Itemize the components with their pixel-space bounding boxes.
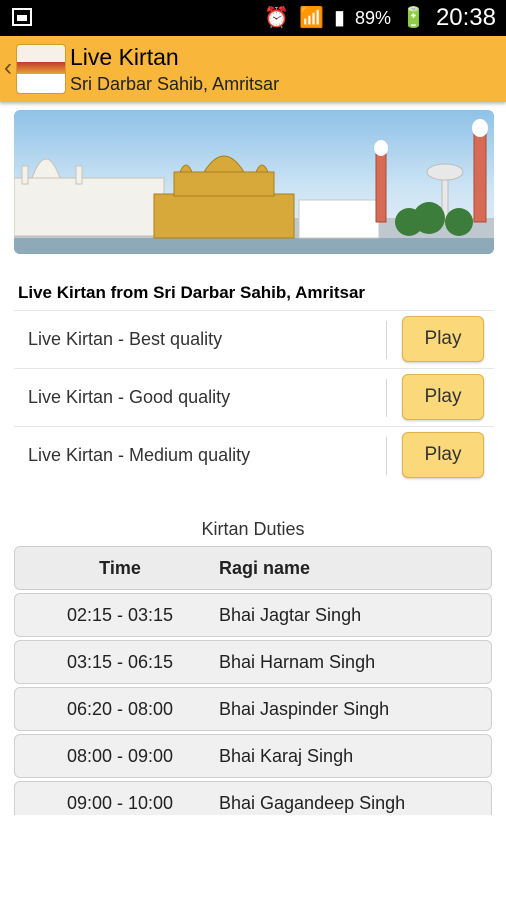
image-icon [12, 8, 32, 26]
clock: 20:38 [435, 4, 496, 31]
section-title: Live Kirtan from Sri Darbar Sahib, Amrit… [18, 283, 366, 302]
stream-label: Live Kirtan - Medium quality [28, 445, 251, 465]
back-chevron-icon[interactable]: ‹ [4, 54, 12, 82]
duties-table: Time Ragi name 02:15 - 03:15 Bhai Jagtar… [14, 546, 492, 828]
battery-icon: 🔋 [401, 7, 426, 29]
wifi-icon: 📶 [299, 7, 324, 29]
app-logo[interactable] [16, 44, 66, 94]
app-title: Live Kirtan [70, 44, 179, 70]
divider [386, 437, 387, 475]
alarm-icon: ⏰ [264, 7, 290, 29]
stream-row-good: Live Kirtan - Good quality Play [14, 368, 494, 426]
row-ragi-name: Bhai Karaj Singh [219, 746, 354, 766]
row-ragi-name: Bhai Jagtar Singh [219, 605, 362, 625]
divider [386, 379, 387, 417]
row-ragi-name: Bhai Gagandeep Singh [219, 793, 406, 813]
stream-label: Live Kirtan - Best quality [28, 329, 223, 349]
row-ragi-name: Bhai Jaspinder Singh [219, 699, 390, 719]
row-time: 02:15 - 03:15 [66, 605, 174, 625]
table-row[interactable]: 03:15 - 06:15 Bhai Harnam Singh [14, 640, 492, 684]
row-time: 09:00 - 10:00 [66, 793, 174, 813]
row-time: 08:00 - 09:00 [66, 746, 174, 766]
divider [386, 321, 387, 359]
table-header-row: Time Ragi name [14, 546, 492, 590]
status-bar: ⏰ 📶 ▮ 89% 🔋 20:38 [0, 0, 506, 36]
play-button-good[interactable]: Play [402, 374, 484, 420]
play-button-best[interactable]: Play [402, 316, 484, 362]
duties-title: Kirtan Duties [201, 519, 305, 539]
row-time: 03:15 - 06:15 [66, 652, 174, 672]
stream-label: Live Kirtan - Good quality [28, 387, 231, 407]
table-row[interactable]: 06:20 - 08:00 Bhai Jaspinder Singh [14, 687, 492, 731]
bottom-blank-area [0, 815, 506, 900]
golden-temple-banner [14, 110, 494, 254]
stream-row-best: Live Kirtan - Best quality Play [14, 310, 494, 368]
battery-percent: 89% [355, 7, 392, 28]
stream-row-medium: Live Kirtan - Medium quality Play [14, 426, 494, 484]
row-time: 06:20 - 08:00 [66, 699, 174, 719]
row-ragi-name: Bhai Harnam Singh [219, 652, 376, 672]
signal-icon: ▮ [333, 7, 345, 29]
app-subtitle: Sri Darbar Sahib, Amritsar [70, 74, 280, 94]
stream-list: Live Kirtan - Best quality Play Live Kir… [14, 310, 494, 484]
header-ragi-name: Ragi name [219, 558, 311, 578]
app-bar: ‹ Live Kirtan Sri Darbar Sahib, Amritsar [0, 36, 506, 102]
table-row[interactable]: 08:00 - 09:00 Bhai Karaj Singh [14, 734, 492, 778]
header-time: Time [99, 558, 141, 578]
status-icons: ⏰ 📶 ▮ 89% 🔋 20:38 [264, 0, 496, 36]
play-button-medium[interactable]: Play [402, 432, 484, 478]
table-row[interactable]: 02:15 - 03:15 Bhai Jagtar Singh [14, 593, 492, 637]
